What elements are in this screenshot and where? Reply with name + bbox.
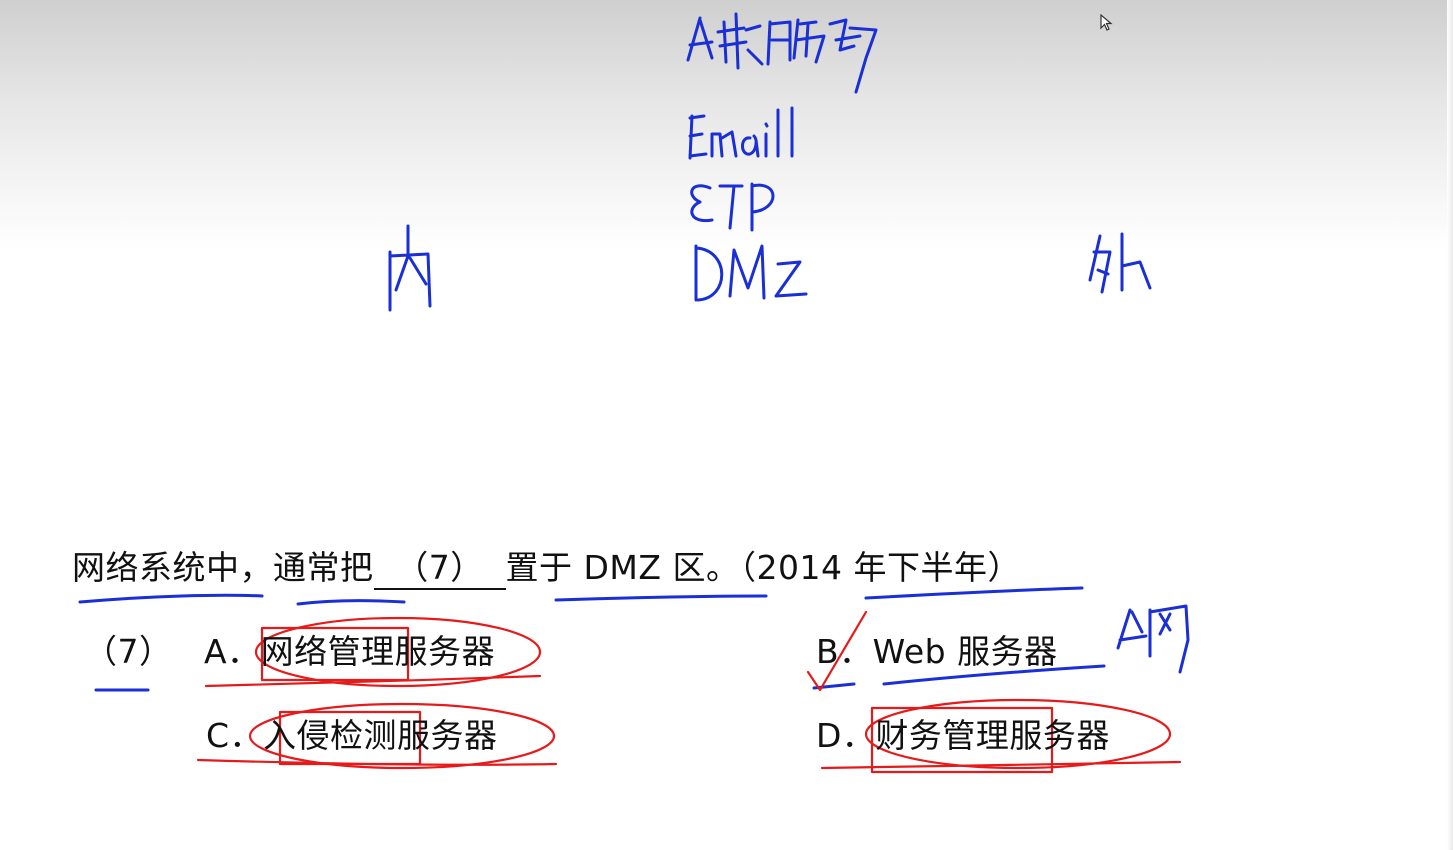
- option-d: D．财务管理服务器: [816, 716, 1110, 755]
- handwriting-public-network: [1116, 604, 1190, 674]
- window-edge: [1447, 0, 1453, 850]
- option-a: A．网络管理服务器: [204, 632, 496, 671]
- slide-background-gradient: [0, 0, 1453, 250]
- mouse-pointer-icon: [1100, 14, 1113, 31]
- question-blank: （7）: [373, 548, 506, 590]
- question-suffix: 置于 DMZ 区。（2014 年下半年）: [505, 548, 1021, 587]
- option-c: C．入侵检测服务器: [206, 716, 498, 755]
- handwriting-dmz: [694, 244, 808, 302]
- option-group-number: （7）: [84, 632, 173, 671]
- question-prefix: 网络系统中，通常把: [72, 548, 374, 587]
- option-b: B．Web 服务器: [816, 632, 1058, 671]
- question-text: 网络系统中，通常把 （7） 置于 DMZ 区。（2014 年下半年）: [72, 544, 1021, 592]
